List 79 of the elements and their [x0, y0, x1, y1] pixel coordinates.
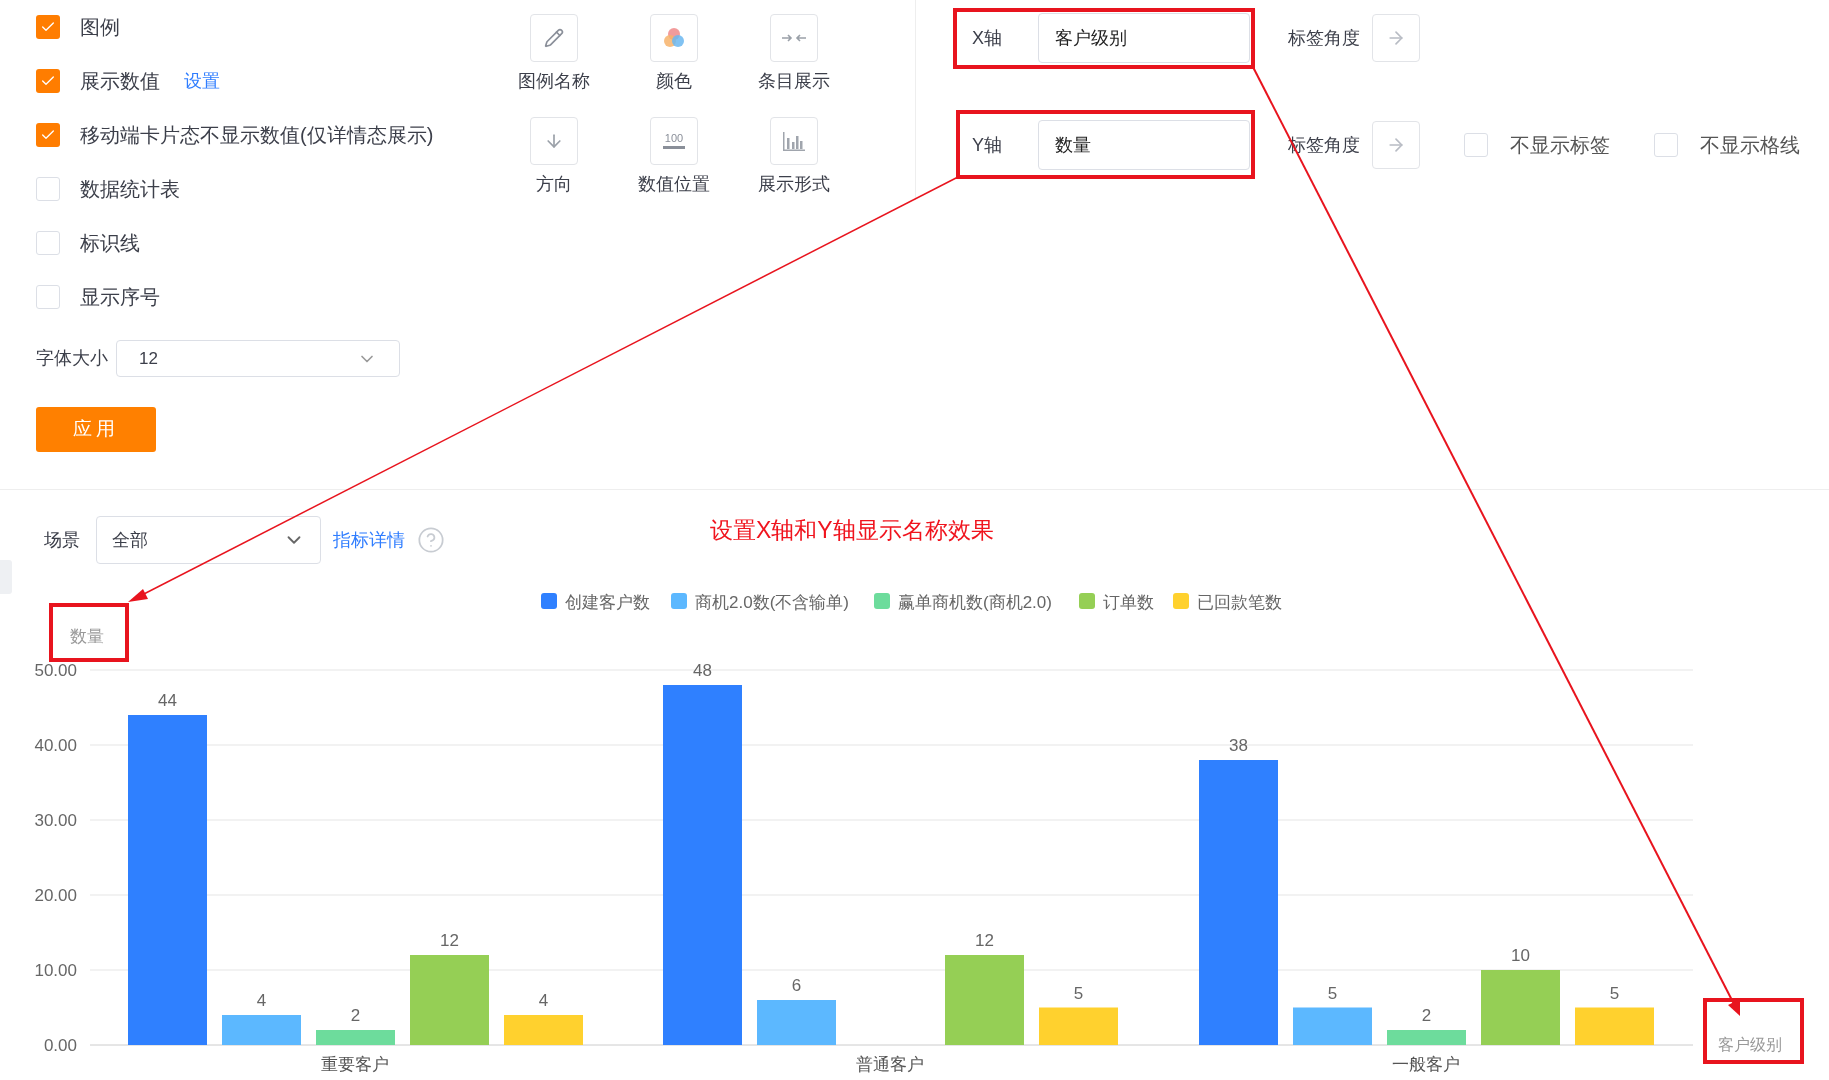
- tool-label: 颜色: [656, 70, 692, 93]
- metric-details-link[interactable]: 指标详情: [333, 526, 405, 554]
- checkbox[interactable]: [36, 285, 60, 309]
- axis-label: Y轴: [971, 133, 1003, 157]
- category-label: 一般客户: [1392, 1055, 1460, 1074]
- y-tick-label: 40.00: [34, 736, 77, 755]
- legend-label: 已回款笔数: [1197, 593, 1282, 612]
- legend-item[interactable]: 商机2.0数(不含输单): [671, 593, 849, 612]
- color-circles-icon: [662, 26, 686, 50]
- label-angle-label: 标签角度: [1288, 26, 1360, 50]
- checkbox[interactable]: [36, 123, 60, 147]
- annotation-caption: 设置X轴和Y轴显示名称效果: [710, 515, 994, 545]
- tool-label: 展示形式: [758, 173, 830, 196]
- checkbox[interactable]: [1654, 133, 1678, 157]
- bar-value-label: 48: [693, 661, 712, 680]
- legend-item[interactable]: 已回款笔数: [1173, 593, 1282, 612]
- y-tick-label: 0.00: [43, 1036, 77, 1055]
- legend-item[interactable]: 订单数: [1079, 593, 1154, 612]
- tool-label: 数值位置: [638, 173, 710, 196]
- bar-value-label: 10: [1511, 946, 1530, 965]
- bar-value-label: 4: [538, 991, 549, 1010]
- bar-value-label: 4: [256, 991, 267, 1010]
- checkbox[interactable]: [36, 231, 60, 255]
- bar-value-label: 38: [1229, 736, 1248, 755]
- tool-label: 条目展示: [758, 70, 830, 93]
- y-axis-title: 数量: [70, 627, 104, 646]
- pencil-icon: [544, 28, 564, 48]
- option-label: 显示序号: [80, 285, 160, 310]
- axis-label: X轴: [971, 26, 1003, 50]
- bar-value-label: 5: [1609, 983, 1620, 1003]
- option-label: 图例: [80, 15, 120, 40]
- option-label: 数据统计表: [80, 177, 180, 202]
- checkbox[interactable]: [1464, 133, 1488, 157]
- style-tool-button[interactable]: [530, 117, 578, 165]
- bar-chart-icon: [782, 130, 806, 152]
- option-label: 移动端卡片态不显示数值(仅详情态展示): [80, 123, 434, 148]
- bar-value-label: 12: [440, 931, 459, 950]
- legend-item[interactable]: 创建客户数: [541, 593, 650, 612]
- category-label: 普通客户: [856, 1055, 924, 1074]
- checkbox[interactable]: [36, 177, 60, 201]
- style-tool-button[interactable]: [530, 14, 578, 62]
- checkbox[interactable]: [36, 69, 60, 93]
- bar-value-label: 5: [1073, 983, 1084, 1003]
- legend-label: 订单数: [1103, 593, 1154, 612]
- checkbox[interactable]: [36, 15, 60, 39]
- axis-name-field[interactable]: 数量: [1038, 120, 1250, 170]
- legend-item[interactable]: 赢单商机数(商机2.0): [874, 593, 1052, 612]
- settings-link[interactable]: 设置: [184, 67, 220, 95]
- tool-label: 图例名称: [518, 70, 590, 93]
- bar-value-label: 6: [791, 976, 802, 995]
- scene-select[interactable]: 全部: [96, 516, 321, 564]
- tool-label: 方向: [536, 173, 572, 196]
- font-size-select[interactable]: 12: [116, 340, 400, 377]
- legend-label: 创建客户数: [565, 593, 650, 612]
- label-angle-button[interactable]: [1372, 121, 1420, 169]
- bar-value-label: 2: [350, 1006, 361, 1025]
- option-label: 标识线: [80, 231, 140, 256]
- bar-value-label: 12: [975, 931, 994, 950]
- label-angle-button[interactable]: [1372, 14, 1420, 62]
- help-icon[interactable]: [417, 526, 445, 554]
- bar-value-label: 2: [1421, 1006, 1432, 1025]
- x-axis-title: 客户级别: [1718, 1036, 1782, 1053]
- y-tick-label: 20.00: [34, 886, 77, 905]
- y-tick-label: 10.00: [34, 961, 77, 980]
- style-tool-button[interactable]: [770, 14, 818, 62]
- option-label: 不显示标签: [1510, 133, 1610, 158]
- style-tool-button[interactable]: [650, 14, 698, 62]
- y-tick-label: 50.00: [34, 661, 77, 680]
- scene-label: 场景: [44, 528, 80, 552]
- bar-value-label: 5: [1327, 983, 1338, 1003]
- style-tool-button[interactable]: [770, 117, 818, 165]
- category-label: 重要客户: [321, 1055, 389, 1074]
- bar-value-label: 44: [158, 691, 177, 710]
- font-size-label: 字体大小: [36, 347, 108, 370]
- option-label: 展示数值: [80, 69, 160, 94]
- y-tick-label: 30.00: [34, 811, 77, 830]
- option-label: 不显示格线: [1700, 133, 1800, 158]
- axis-name-field[interactable]: 客户级别: [1038, 13, 1250, 63]
- style-tool-button[interactable]: 100: [650, 117, 698, 165]
